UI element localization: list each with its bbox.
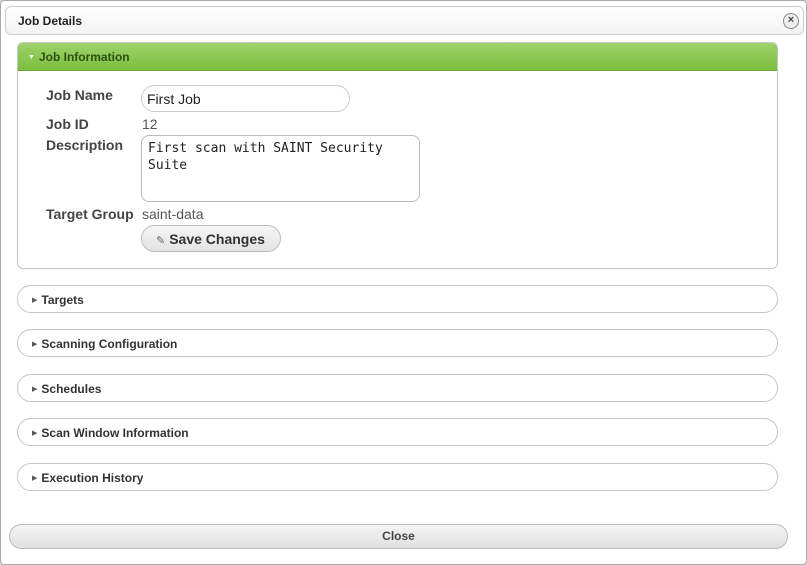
target-group-label: Target Group <box>46 206 134 222</box>
dialog-title: Job Details <box>18 14 83 28</box>
dialog-titlebar: Job Details × <box>5 6 804 35</box>
close-icon[interactable]: × <box>783 13 799 29</box>
section-label: Schedules <box>41 382 102 396</box>
save-changes-label: Save Changes <box>169 231 265 247</box>
section-label: Targets <box>41 293 84 307</box>
job-name-input[interactable]: First Job <box>141 85 350 112</box>
chevron-right-icon: ▶ <box>32 341 38 348</box>
chevron-right-icon: ▶ <box>32 297 38 304</box>
job-information-panel: ▼ Job Information Job Name First Job Job … <box>17 42 778 269</box>
job-information-title: Job Information <box>38 50 130 64</box>
close-button[interactable]: Close <box>9 524 788 549</box>
save-changes-button[interactable]: ✎ Save Changes <box>141 225 281 252</box>
section-label: Scan Window Information <box>41 426 189 440</box>
section-targets[interactable]: ▶ Targets <box>17 285 778 313</box>
chevron-right-icon: ▶ <box>32 386 38 393</box>
chevron-right-icon: ▶ <box>32 475 38 482</box>
job-id-label: Job ID <box>46 116 89 132</box>
job-details-dialog: Job Details × ▼ Job Information Job Name … <box>0 0 807 565</box>
chevron-right-icon: ▶ <box>32 430 38 437</box>
job-information-header[interactable]: ▼ Job Information <box>18 43 777 71</box>
description-textarea[interactable]: First scan with SAINT Security Suite <box>141 135 420 202</box>
description-label: Description <box>46 137 124 153</box>
chevron-down-icon: ▼ <box>28 54 35 61</box>
section-scan-window-information[interactable]: ▶ Scan Window Information <box>17 418 778 446</box>
pencil-icon: ✎ <box>156 235 166 247</box>
section-schedules[interactable]: ▶ Schedules <box>17 374 778 402</box>
section-label: Execution History <box>41 471 144 485</box>
job-name-label: Job Name <box>46 87 113 103</box>
section-label: Scanning Configuration <box>41 337 178 351</box>
job-id-value: 12 <box>142 116 158 132</box>
target-group-value: saint-data <box>142 206 204 222</box>
section-scanning-configuration[interactable]: ▶ Scanning Configuration <box>17 329 778 357</box>
section-execution-history[interactable]: ▶ Execution History <box>17 463 778 491</box>
